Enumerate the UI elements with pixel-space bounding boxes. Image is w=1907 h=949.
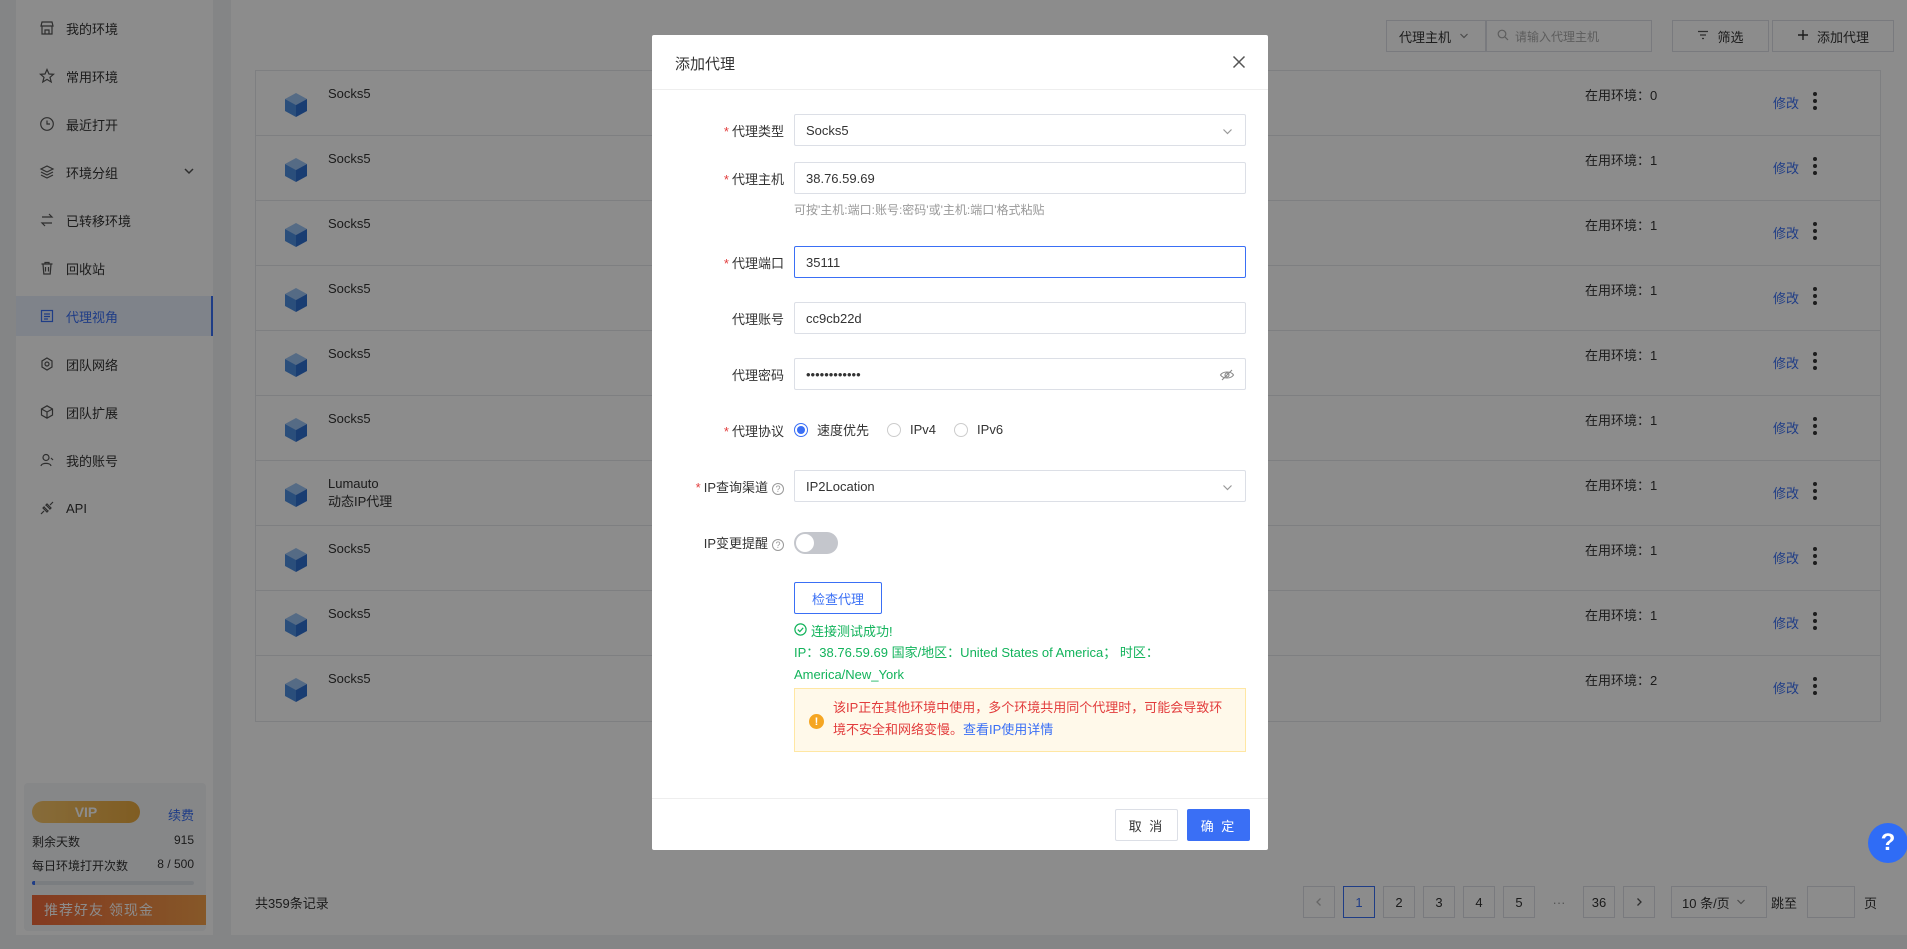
add-proxy-dialog: 添加代理 * 代理类型 Socks5 * 代理主机 38.76.59.69 可按'主… (652, 35, 1268, 850)
success-text: 连接测试成功! (811, 624, 893, 639)
ip-channel-select[interactable]: IP2Location (794, 470, 1246, 502)
dialog-footer: 取 消 确 定 (652, 798, 1268, 850)
protocol-radio-ipv6[interactable]: IPv6 (954, 422, 1003, 437)
proxy-password-input[interactable]: •••••••••••• (794, 358, 1246, 390)
proxy-account-value: cc9cb22d (806, 310, 862, 326)
ip-channel-label: * IP查询渠道? (652, 477, 784, 496)
proxy-account-input[interactable]: cc9cb22d (794, 302, 1246, 334)
warning-icon: ! (809, 714, 824, 729)
proxy-port-value: 35111 (806, 254, 841, 270)
proxy-password-label: 代理密码 (731, 368, 784, 383)
proxy-port-input[interactable]: 35111 (794, 246, 1246, 278)
proxy-type-value: Socks5 (806, 122, 849, 138)
cancel-button[interactable]: 取 消 (1115, 809, 1178, 841)
chevron-down-icon (1222, 481, 1233, 496)
ip-channel-value: IP2Location (806, 478, 875, 494)
protocol-radio-ipv4[interactable]: IPv4 (887, 422, 936, 437)
proxy-password-value: •••••••••••• (806, 366, 861, 382)
dialog-title: 添加代理 (675, 56, 736, 73)
proxy-host-value: 38.76.59.69 (806, 170, 875, 186)
ip-info-text: IP：38.76.59.69 国家/地区：United States of Am… (794, 645, 1159, 682)
proxy-account-label: 代理账号 (731, 312, 784, 327)
success-message: 连接测试成功! (794, 621, 893, 640)
proxy-protocol-radios: 速度优先 IPv4 IPv6 (794, 420, 1021, 439)
chevron-down-icon (1222, 125, 1233, 140)
ip-usage-detail-link[interactable]: 查看IP使用详情 (963, 722, 1053, 737)
eye-off-icon[interactable] (1219, 367, 1235, 386)
dialog-header: 添加代理 (652, 35, 1268, 90)
proxy-port-label: * 代理端口 (723, 256, 784, 271)
check-proxy-button[interactable]: 检查代理 (794, 582, 882, 614)
check-circle-icon (794, 622, 807, 639)
confirm-button[interactable]: 确 定 (1187, 809, 1250, 841)
proxy-host-hint: 可按'主机:端口:账号:密码'或'主机:端口'格式粘贴 (794, 203, 1045, 217)
protocol-radio-speed[interactable]: 速度优先 (794, 420, 869, 439)
ip-alert-label: IP变更提醒? (652, 533, 784, 552)
ip-alert-toggle[interactable] (794, 532, 838, 554)
help-icon: ? (772, 482, 784, 495)
proxy-protocol-label: * 代理协议 (723, 424, 784, 439)
proxy-host-input[interactable]: 38.76.59.69 (794, 162, 1246, 194)
help-button[interactable]: ? (1868, 823, 1907, 863)
proxy-type-select[interactable]: Socks5 (794, 114, 1246, 146)
proxy-type-label: * 代理类型 (723, 124, 784, 139)
proxy-host-label: * 代理主机 (723, 172, 784, 187)
close-icon[interactable] (1228, 51, 1250, 73)
ip-in-use-warning: ! 该IP正在其他环境中使用，多个环境共用同个代理时，可能会导致环境不安全和网络… (794, 688, 1246, 752)
help-icon: ? (772, 538, 784, 551)
